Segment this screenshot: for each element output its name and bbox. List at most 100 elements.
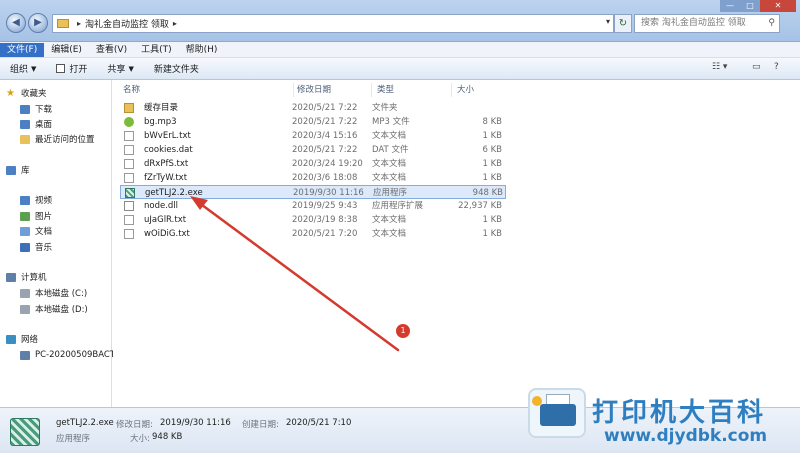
library-icon: [6, 165, 16, 175]
file-date: 2019/9/30 11:16: [293, 188, 364, 198]
close-button[interactable]: ✕: [760, 0, 796, 12]
maximize-button[interactable]: □: [740, 0, 760, 12]
column-header-date[interactable]: 修改日期: [297, 83, 331, 97]
nav-documents[interactable]: 文档: [20, 224, 52, 238]
computer-icon: [6, 272, 16, 282]
details-created-value: 2020/5/21 7:10: [286, 418, 352, 428]
nav-label: 桌面: [35, 120, 53, 130]
column-header-type[interactable]: 类型: [377, 83, 394, 97]
column-divider[interactable]: [293, 83, 294, 97]
table-row[interactable]: cookies.dat 2020/5/21 7:22 DAT 文件 6 KB: [120, 143, 506, 157]
forward-button[interactable]: ▶: [28, 13, 48, 33]
column-header-size[interactable]: 大小: [457, 83, 474, 97]
file-type: 应用程序: [373, 188, 408, 198]
menu-file[interactable]: 文件(F): [0, 42, 45, 57]
table-row[interactable]: fZrTyW.txt 2020/3/6 18:08 文本文档 1 KB: [120, 171, 506, 185]
watermark-title: 打印机大百科: [592, 398, 767, 428]
file-size: 1 KB: [482, 131, 502, 141]
new-folder-button[interactable]: 新建文件夹: [144, 59, 209, 79]
new-folder-label: 新建文件夹: [153, 65, 199, 75]
help-icon[interactable]: ?: [774, 62, 779, 72]
nav-desktop[interactable]: 桌面: [20, 117, 52, 131]
file-size: 1 KB: [482, 159, 502, 169]
nav-label: 音乐: [35, 243, 53, 253]
nav-network[interactable]: 网络: [6, 332, 38, 346]
annotation-badge: 1: [396, 324, 410, 338]
nav-drive-d[interactable]: 本地磁盘 (D:): [20, 302, 88, 316]
organize-button[interactable]: 组织 ▼: [0, 59, 46, 79]
table-row[interactable]: uJaGlR.txt 2020/3/19 8:38 文本文档 1 KB: [120, 213, 506, 227]
table-row[interactable]: dRxPfS.txt 2020/3/24 19:20 文本文档 1 KB: [120, 157, 506, 171]
file-date: 2020/3/24 19:20: [292, 159, 363, 169]
preview-pane-icon[interactable]: ▭: [752, 62, 761, 72]
file-type: 应用程序扩展: [372, 201, 424, 211]
exe-icon: [10, 418, 40, 446]
network-icon: [6, 334, 16, 344]
nav-label: 图片: [35, 212, 53, 222]
back-button[interactable]: ◀: [6, 13, 26, 33]
file-date: 2019/9/25 9:43: [292, 201, 358, 211]
nav-computer[interactable]: 计算机: [6, 270, 47, 284]
view-options-icon[interactable]: ☷ ▾: [712, 62, 727, 72]
file-name: cookies.dat: [144, 145, 193, 155]
table-row[interactable]: wOiDiG.txt 2020/5/21 7:20 文本文档 1 KB: [120, 227, 506, 241]
share-label: 共享: [107, 65, 126, 75]
desktop-icon: [20, 119, 30, 129]
breadcrumb-arrow-icon[interactable]: ▸: [173, 19, 177, 28]
details-created-label: 创建日期:: [242, 420, 279, 430]
file-type: 文本文档: [372, 131, 407, 141]
search-input[interactable]: 搜索 淘礼金自动监控 领取 ⚲: [634, 14, 780, 33]
drive-icon: [20, 288, 30, 298]
nav-music[interactable]: 音乐: [20, 240, 52, 254]
breadcrumb-folder[interactable]: 淘礼金自动监控 领取: [85, 17, 169, 30]
column-divider[interactable]: [451, 83, 452, 97]
minimize-button[interactable]: —: [720, 0, 740, 12]
nav-favorites[interactable]: ★ 收藏夹: [6, 86, 47, 100]
printer-icon: [540, 404, 576, 426]
nav-libraries[interactable]: 库: [6, 163, 30, 177]
navigation-pane: ★ 收藏夹 下载 桌面 最近访问的位置 库 视频 图片 文档 音乐 计算机 本地…: [0, 80, 115, 407]
table-row[interactable]: node.dll 2019/9/25 9:43 应用程序扩展 22,937 KB: [120, 199, 506, 213]
search-placeholder: 搜索 淘礼金自动监控 领取: [641, 18, 746, 28]
details-type: 应用程序: [56, 434, 91, 444]
open-button[interactable]: 打开: [46, 59, 97, 79]
file-name: fZrTyW.txt: [144, 173, 188, 183]
nav-pictures[interactable]: 图片: [20, 209, 52, 223]
file-date: 2020/3/19 8:38: [292, 215, 358, 225]
file-date: 2020/5/21 7:22: [292, 103, 358, 113]
file-type: MP3 文件: [372, 117, 410, 127]
txt-icon: [124, 131, 134, 141]
nav-videos[interactable]: 视频: [20, 193, 52, 207]
menu-bar: 文件(F) 编辑(E) 查看(V) 工具(T) 帮助(H): [0, 42, 800, 58]
chevron-down-icon[interactable]: ▾: [606, 17, 610, 26]
address-bar[interactable]: ▸ 淘礼金自动监控 领取 ▸ ▾: [52, 14, 614, 33]
file-name: bWvErL.txt: [144, 131, 191, 141]
file-name: 缓存目录: [144, 103, 179, 113]
nav-recent[interactable]: 最近访问的位置: [20, 132, 95, 146]
search-icon[interactable]: ⚲: [768, 15, 775, 32]
column-divider[interactable]: [371, 83, 372, 97]
nav-label: 文档: [35, 227, 53, 237]
file-size: 1 KB: [482, 215, 502, 225]
menu-edit[interactable]: 编辑(E): [44, 43, 89, 57]
open-icon: [56, 64, 66, 73]
file-size: 8 KB: [482, 117, 502, 127]
share-button[interactable]: 共享 ▼: [97, 59, 143, 79]
nav-drive-c[interactable]: 本地磁盘 (C:): [20, 286, 87, 300]
file-type: DAT 文件: [372, 145, 409, 155]
nav-pc[interactable]: PC-20200509BACT: [20, 348, 115, 362]
nav-label: 下载: [35, 105, 53, 115]
menu-view[interactable]: 查看(V): [89, 43, 134, 57]
table-row[interactable]: bWvErL.txt 2020/3/4 15:16 文本文档 1 KB: [120, 129, 506, 143]
download-icon: [20, 104, 30, 114]
refresh-button[interactable]: ↻: [614, 14, 632, 33]
column-header-name[interactable]: 名称: [123, 83, 140, 97]
table-row[interactable]: getTLJ2.2.exe 2019/9/30 11:16 应用程序 948 KB: [120, 185, 506, 199]
table-row[interactable]: bg.mp3 2020/5/21 7:22 MP3 文件 8 KB: [120, 115, 506, 129]
table-row[interactable]: 缓存目录 2020/5/21 7:22 文件夹: [120, 101, 506, 115]
menu-help[interactable]: 帮助(H): [179, 43, 225, 57]
menu-tools[interactable]: 工具(T): [134, 43, 179, 57]
nav-downloads[interactable]: 下载: [20, 102, 52, 116]
breadcrumb-arrow-icon[interactable]: ▸: [77, 19, 81, 28]
file-name: node.dll: [144, 201, 179, 211]
